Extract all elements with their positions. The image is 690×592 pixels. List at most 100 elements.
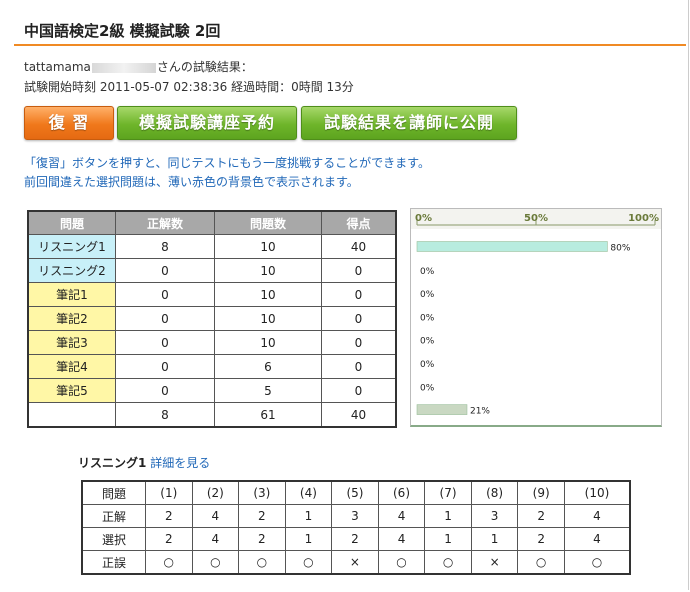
publish-result-button[interactable]: 試験結果を講師に公開 — [301, 106, 517, 140]
selected-cell: 4 — [191, 527, 240, 551]
answer-cell: 1 — [284, 504, 333, 528]
question-count: 6 — [214, 354, 322, 379]
section-name: 筆記4 — [27, 354, 116, 379]
correct-count: 0 — [115, 306, 215, 331]
axis-tick-label: 50% — [524, 213, 548, 224]
bar-value-label: 0% — [420, 360, 435, 370]
detail-link[interactable]: 詳細を見る — [150, 456, 210, 470]
page-title: 中国語検定2級 模擬試験 2回 — [24, 22, 221, 40]
question-cell: (3) — [238, 480, 286, 505]
detail-heading: リスニング1 詳細を見る — [78, 454, 210, 471]
table-row: 筆記5 0 5 0 — [27, 378, 397, 403]
result-cell: ○ — [284, 550, 333, 575]
section-name: リスニング2 — [27, 258, 116, 283]
answer-cell: 3 — [331, 504, 379, 528]
result-cell: ○ — [191, 550, 240, 575]
header-score: 得点 — [321, 210, 397, 235]
chart-bar — [416, 404, 468, 415]
result-cell: × — [331, 550, 379, 575]
section-name: 筆記5 — [27, 378, 116, 403]
result-row: 正誤 ○ ○ ○ ○ × ○ ○ × ○ ○ — [81, 550, 631, 575]
score-value: 0 — [321, 354, 397, 379]
chart-svg: 0% 50% 100% 80% 0% 0% 0% 0% 0% 0% 21% — [411, 209, 661, 417]
answer-cell: 4 — [191, 504, 240, 528]
score-table: 問題 正解数 問題数 得点 リスニング1 8 10 40 リスニング2 0 10… — [27, 210, 397, 428]
section-name: 筆記3 — [27, 330, 116, 355]
score-bar-chart: 0% 50% 100% 80% 0% 0% 0% 0% 0% 0% 21% — [410, 208, 662, 427]
reserve-lecture-button[interactable]: 模擬試験講座予約 — [117, 106, 297, 140]
table-row: 筆記4 0 6 0 — [27, 354, 397, 379]
score-value: 0 — [321, 306, 397, 331]
header-correct: 正解数 — [115, 210, 215, 235]
score-value: 0 — [321, 258, 397, 283]
bar-value-label: 0% — [420, 337, 435, 347]
row-label-question: 問題 — [81, 480, 146, 505]
review-note: 「復習」ボタンを押すと、同じテストにもう一度挑戦することができます。 — [24, 156, 430, 170]
correct-count: 0 — [115, 330, 215, 355]
bar-value-label: 21% — [470, 407, 490, 417]
question-cell: (5) — [331, 480, 379, 505]
question-cell: (10) — [563, 480, 631, 505]
table-row: 筆記2 0 10 0 — [27, 306, 397, 331]
result-cell: ○ — [563, 550, 631, 575]
bar-value-label: 0% — [420, 267, 435, 277]
question-count: 10 — [214, 234, 322, 259]
question-count: 10 — [214, 330, 322, 355]
question-cell: (8) — [470, 480, 519, 505]
score-header-row: 問題 正解数 問題数 得点 — [27, 210, 397, 235]
axis-tick-label: 100% — [628, 213, 659, 224]
bar-value-label: 0% — [420, 313, 435, 323]
question-count: 10 — [214, 306, 322, 331]
selected-cell: 2 — [145, 527, 193, 551]
selected-cell: 2 — [517, 527, 565, 551]
result-cell: ○ — [238, 550, 286, 575]
correct-count: 0 — [115, 378, 215, 403]
row-label-answer: 正解 — [81, 504, 146, 528]
answer-cell: 3 — [470, 504, 519, 528]
header-question: 問題 — [27, 210, 116, 235]
bar-value-label: 80% — [610, 244, 630, 254]
correct-count: 0 — [115, 258, 215, 283]
question-cell: (6) — [377, 480, 426, 505]
correct-count: 0 — [115, 354, 215, 379]
redacted-email — [91, 62, 156, 73]
score-value: 40 — [321, 234, 397, 259]
answer-cell: 2 — [145, 504, 193, 528]
highlight-note: 前回間違えた選択問題は、薄い赤色の背景色で表示されます。 — [24, 175, 359, 189]
selected-cell: 1 — [284, 527, 333, 551]
user-name: tattamama — [24, 60, 91, 74]
selected-cell: 1 — [470, 527, 519, 551]
chart-bar — [416, 241, 608, 252]
answer-cell: 2 — [517, 504, 565, 528]
section-name: 筆記1 — [27, 282, 116, 307]
score-value: 0 — [321, 378, 397, 403]
question-count: 5 — [214, 378, 322, 403]
review-button[interactable]: 復 習 — [24, 106, 114, 140]
result-cell: ○ — [377, 550, 426, 575]
question-cell: (1) — [145, 480, 193, 505]
selected-cell: 2 — [331, 527, 379, 551]
row-label-result: 正誤 — [81, 550, 146, 575]
question-count: 10 — [214, 258, 322, 283]
total-questions: 61 — [214, 402, 322, 428]
header-total: 問題数 — [214, 210, 322, 235]
bar-value-label: 0% — [420, 290, 435, 300]
answer-cell: 1 — [424, 504, 472, 528]
axis-tick-label: 0% — [415, 213, 432, 224]
correct-count: 8 — [115, 234, 215, 259]
answer-cell: 4 — [377, 504, 426, 528]
user-line: tattamama さんの試験結果： — [24, 58, 253, 75]
table-row: リスニング1 8 10 40 — [27, 234, 397, 259]
selected-cell: 4 — [563, 527, 631, 551]
result-suffix: さんの試験結果： — [156, 60, 253, 74]
table-row: リスニング2 0 10 0 — [27, 258, 397, 283]
row-label-selected: 選択 — [81, 527, 146, 551]
total-row: 8 61 40 — [27, 402, 397, 428]
question-cell: (4) — [284, 480, 333, 505]
result-cell: × — [470, 550, 519, 575]
correct-count: 0 — [115, 282, 215, 307]
timing-line: 試験開始時刻 2011-05-07 02:38:36 経過時間：0時間 13分 — [24, 80, 354, 94]
question-count: 10 — [214, 282, 322, 307]
total-correct: 8 — [115, 402, 215, 428]
score-value: 0 — [321, 282, 397, 307]
